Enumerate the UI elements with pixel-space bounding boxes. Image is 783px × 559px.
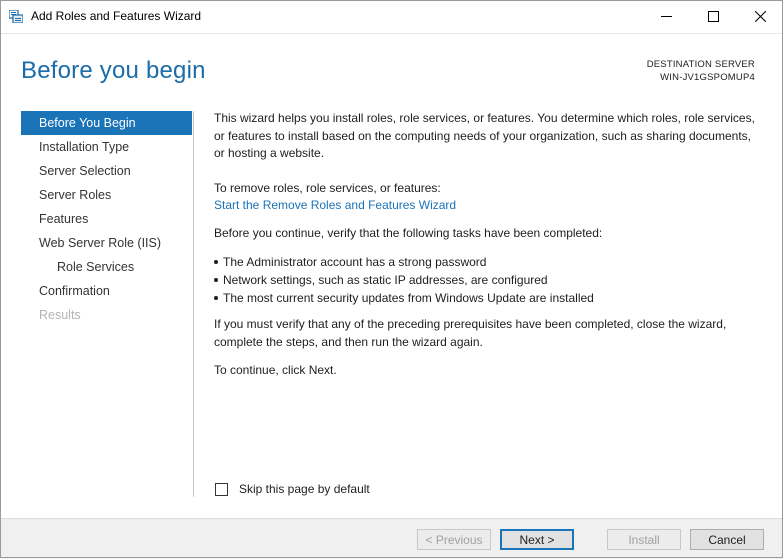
skip-page-label[interactable]: Skip this page by default xyxy=(239,482,370,496)
nav-item-role-services[interactable]: Role Services xyxy=(21,255,192,279)
remove-roles-label: To remove roles, role services, or featu… xyxy=(214,180,441,195)
wizard-header: Before you begin DESTINATION SERVER WIN-… xyxy=(0,34,783,106)
verify-text: Before you continue, verify that the fol… xyxy=(214,225,603,240)
continue-text: To continue, click Next. xyxy=(214,363,337,377)
close-button[interactable] xyxy=(737,0,783,33)
server-manager-icon xyxy=(9,10,23,23)
task-item: The Administrator account has a strong p… xyxy=(214,253,759,271)
previous-button[interactable]: < Previous xyxy=(417,529,491,550)
nav-item-before-you-begin[interactable]: Before You Begin xyxy=(21,111,192,135)
minimize-button[interactable] xyxy=(643,0,689,33)
destination-server-name: WIN-JV1GSPOMUP4 xyxy=(660,72,755,83)
page-title: Before you begin xyxy=(21,57,206,84)
install-button[interactable]: Install xyxy=(607,529,681,550)
nav-item-confirmation[interactable]: Confirmation xyxy=(21,279,192,303)
minimize-icon xyxy=(660,16,672,17)
wizard-footer: < Previous Next > Install Cancel xyxy=(0,518,783,559)
nav-item-server-selection[interactable]: Server Selection xyxy=(21,159,192,183)
task-list: The Administrator account has a strong p… xyxy=(214,253,759,307)
title-bar: Add Roles and Features Wizard xyxy=(0,0,783,34)
nav-divider xyxy=(193,111,194,497)
task-item: Network settings, such as static IP addr… xyxy=(214,271,759,289)
intro-text: This wizard helps you install roles, rol… xyxy=(214,111,755,160)
remove-roles-wizard-link[interactable]: Start the Remove Roles and Features Wiza… xyxy=(214,198,456,212)
nav-item-features[interactable]: Features xyxy=(21,207,192,231)
maximize-button[interactable] xyxy=(690,0,736,33)
cancel-button[interactable]: Cancel xyxy=(690,529,764,550)
destination-server-label: DESTINATION SERVER xyxy=(646,59,755,70)
close-icon xyxy=(754,11,766,22)
window-title: Add Roles and Features Wizard xyxy=(31,9,202,23)
destination-server-info: DESTINATION SERVER WIN-JV1GSPOMUP4 xyxy=(647,58,755,84)
maximize-icon xyxy=(707,11,719,22)
prerequisite-text: If you must verify that any of the prece… xyxy=(214,317,727,349)
nav-item-server-roles[interactable]: Server Roles xyxy=(21,183,192,207)
nav-item-installation-type[interactable]: Installation Type xyxy=(21,135,192,159)
wizard-content: This wizard helps you install roles, rol… xyxy=(214,110,759,380)
wizard-nav: Before You Begin Installation Type Serve… xyxy=(21,111,192,327)
nav-item-web-server-role[interactable]: Web Server Role (IIS) xyxy=(21,231,192,255)
task-item: The most current security updates from W… xyxy=(214,289,759,307)
nav-item-results: Results xyxy=(39,308,81,322)
skip-page-checkbox[interactable] xyxy=(215,482,228,496)
skip-page-option[interactable]: Skip this page by default xyxy=(215,482,370,496)
next-button[interactable]: Next > xyxy=(500,529,574,550)
